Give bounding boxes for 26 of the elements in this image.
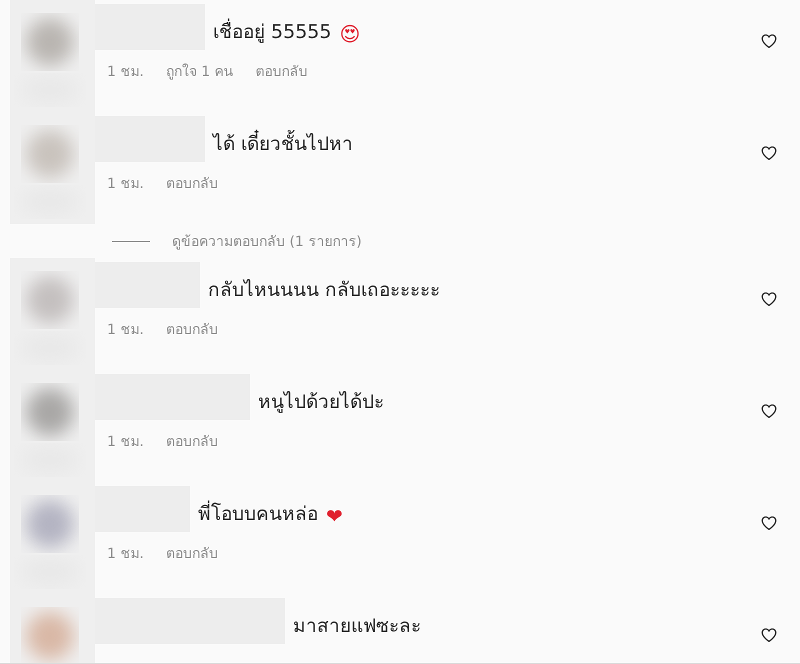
comment-time: 1 ชม. <box>107 433 144 452</box>
emoji: 😍 <box>339 22 360 48</box>
comment-text: เชื่ออยู่ 55555 <box>213 16 332 50</box>
reply-link[interactable]: ตอบกลับ <box>166 172 218 194</box>
heart-icon <box>760 32 778 50</box>
heart-icon <box>760 144 778 162</box>
comment-text: มาสายแฟซะละ <box>293 614 421 639</box>
comment-text: หนูไปด้วยได้ปะ <box>258 390 384 415</box>
heart-icon <box>760 402 778 420</box>
heart-icon <box>760 514 778 532</box>
comment-text: พี่โอบบคนหล่อ <box>198 498 318 532</box>
comment-time: 1 ชม. <box>107 321 144 340</box>
reply-link[interactable]: ตอบกลับ <box>166 318 218 340</box>
reply-link[interactable]: ตอบกลับ <box>256 60 308 82</box>
emoji: ❤ <box>326 504 343 530</box>
comment-text: ได้ เดี๋ยวชั้นไปหา <box>213 128 354 162</box>
comment-time: 1 ชม. <box>107 63 144 82</box>
reply-link[interactable]: ตอบกลับ <box>166 542 218 564</box>
heart-icon <box>760 626 778 644</box>
comment-time: 1 ชม. <box>107 545 144 564</box>
likes-count-link[interactable]: ถูกใจ 1 คน <box>166 60 234 82</box>
heart-icon <box>760 290 778 308</box>
reply-link[interactable]: ตอบกลับ <box>166 430 218 452</box>
comment-time: 1 ชม. <box>107 175 144 194</box>
view-replies-link[interactable]: ดูข้อความตอบกลับ (1 รายการ) <box>95 230 362 252</box>
comment-text: กลับไหนนนน กลับเถอะะะะะ <box>208 278 440 303</box>
